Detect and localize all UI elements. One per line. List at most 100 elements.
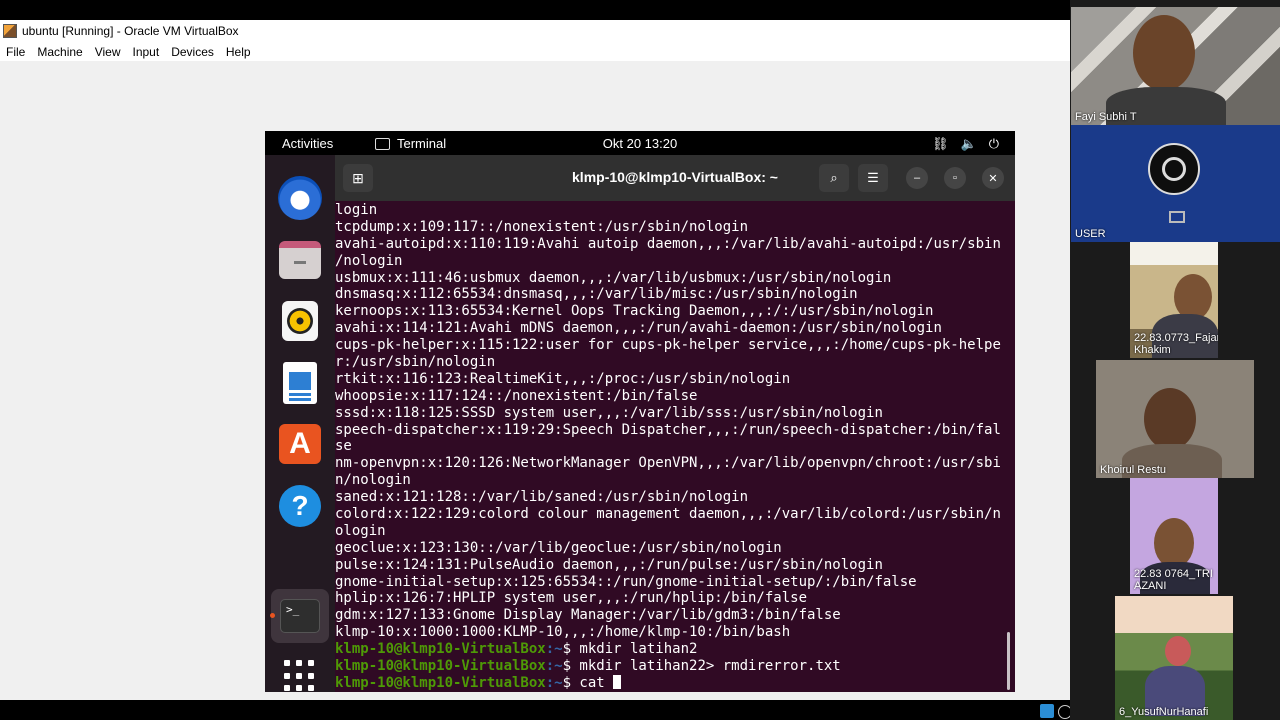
terminal-output-line: se <box>335 438 352 455</box>
dock-thunderbird[interactable] <box>277 175 323 221</box>
participant-name: USER <box>1075 228 1106 240</box>
thunderbird-icon <box>278 176 322 220</box>
menu-devices[interactable]: Devices <box>165 45 220 59</box>
terminal-output-line: login <box>335 202 378 218</box>
system-tray[interactable]: ⛓ 🔈 ⏻ <box>932 136 999 152</box>
terminal-output-line: tcpdump:x:109:117::/nonexistent:/usr/sbi… <box>335 218 749 235</box>
maximize-button[interactable]: ▫ <box>944 167 966 189</box>
participant-video <box>1133 15 1195 91</box>
menu-file[interactable]: File <box>0 45 31 59</box>
participant-tile[interactable]: Khoirul Restu <box>1096 360 1254 478</box>
participant-video <box>1165 636 1191 666</box>
participant-tile[interactable]: 6_YusufNurHanafi <box>1115 596 1233 720</box>
terminal-output-line: sssd:x:118:125:SSSD system user,,,:/var/… <box>335 404 883 421</box>
status-bar-icon[interactable] <box>1040 704 1054 718</box>
video-call-panel: Fayi Subhi T USER 22.83.0773_Fajar Khaki… <box>1070 0 1280 720</box>
terminal-icon: >_ <box>280 599 320 633</box>
terminal-output-line: avahi-autoipd:x:110:119:Avahi autoip dae… <box>335 235 1001 252</box>
ubuntu-desktop[interactable]: Activities Terminal Okt 20 13:20 ⛓ 🔈 ⏻ A <box>265 131 1015 692</box>
terminal-command-line: klmp-10@klmp10-VirtualBox:~$ mkdir latih… <box>335 658 1001 675</box>
terminal-output-line: rtkit:x:116:123:RealtimeKit,,,:/proc:/us… <box>335 370 791 387</box>
running-indicator <box>270 613 275 618</box>
volume-icon: 🔈 <box>960 136 977 151</box>
obs-avatar-icon <box>1148 143 1200 195</box>
menu-machine[interactable]: Machine <box>31 45 88 59</box>
terminal-output-line: geoclue:x:123:130::/var/lib/geoclue:/usr… <box>335 539 782 556</box>
command-text: $ mkdir latihan22> rmdirerror.txt <box>562 658 841 675</box>
maximize-icon: ▫ <box>953 172 957 184</box>
prompt-user: klmp-10@klmp10-VirtualBox <box>335 674 546 691</box>
terminal-scrollbar[interactable] <box>1007 632 1010 690</box>
participant-name: 22.83.0773_Fajar Khakim <box>1134 332 1218 356</box>
dock-app-center[interactable]: A <box>277 421 323 467</box>
terminal-output-line: ologin <box>335 522 386 539</box>
dock-files[interactable] <box>277 237 323 283</box>
participant-tile[interactable]: USER <box>1071 125 1280 242</box>
terminal-output-line: speech-dispatcher:x:119:29:Speech Dispat… <box>335 421 1001 438</box>
participant-name: 6_YusufNurHanafi <box>1119 706 1209 718</box>
terminal-output-line: nm-openvpn:x:120:126:NetworkManager Open… <box>335 455 1001 472</box>
participant-name: 22.83 0764_TRI AZANI <box>1134 568 1213 592</box>
search-icon: ⌕ <box>830 170 838 185</box>
terminal-output[interactable]: login tcpdump:x:109:117::/nonexistent:/us… <box>335 201 1015 692</box>
menu-bar: File Machine View Input Devices Help <box>0 42 1070 62</box>
terminal-output-line: /nologin <box>335 252 403 269</box>
prompt-path: :~ <box>545 658 563 675</box>
menu-input[interactable]: Input <box>127 45 166 59</box>
terminal-output-line: dnsmasq:x:112:65534:dnsmasq,,,:/var/lib/… <box>335 286 858 303</box>
terminal-output-line: cups-pk-helper:x:115:122:user for cups-p… <box>335 337 1001 354</box>
terminal-output-line: saned:x:121:128::/var/lib/saned:/usr/sbi… <box>335 489 749 506</box>
terminal-headerbar: ⊞ klmp-10@klmp10-VirtualBox: ~ ⌕ ☰ – ▫ ✕ <box>335 155 1015 201</box>
minimize-icon: – <box>913 172 921 184</box>
hamburger-menu-button[interactable]: ☰ <box>858 164 888 192</box>
participant-name: Khoirul Restu <box>1100 464 1167 476</box>
terminal-lines: login tcpdump:x:109:117::/nonexistent:/us… <box>335 202 1001 692</box>
libreoffice-writer-icon <box>283 362 317 404</box>
terminal-output-line: avahi:x:114:121:Avahi mDNS daemon,,,:/ru… <box>335 320 942 337</box>
power-icon: ⏻ <box>988 136 999 151</box>
terminal-output-line: gnome-initial-setup:x:125:65534::/run/gn… <box>335 573 917 590</box>
virtualbox-icon <box>3 24 17 38</box>
search-button[interactable]: ⌕ <box>819 164 849 192</box>
terminal-output-line: kernoops:x:113:65534:Kernel Oops Trackin… <box>335 303 934 320</box>
participant-name: Fayi Subhi T <box>1075 111 1137 123</box>
show-apps-icon <box>284 660 316 692</box>
participant-video <box>1154 518 1194 568</box>
dock-rhythmbox[interactable] <box>277 298 323 344</box>
participant-video <box>1144 388 1196 450</box>
terminal-output-line: pulse:x:124:131:PulseAudio daemon,,,:/ru… <box>335 556 883 573</box>
minimize-button[interactable]: – <box>906 167 928 189</box>
clock[interactable]: Okt 20 13:20 <box>265 136 1015 151</box>
window-title: ubuntu [Running] - Oracle VM VirtualBox <box>22 24 239 38</box>
terminal-output-line: gdm:x:127:133:Gnome Display Manager:/var… <box>335 607 841 624</box>
participant-tile[interactable]: 22.83.0773_Fajar Khakim <box>1130 242 1218 358</box>
menu-help[interactable]: Help <box>220 45 257 59</box>
prompt-path: :~ <box>545 674 563 691</box>
participant-tile[interactable]: 22.83 0764_TRI AZANI <box>1130 478 1218 594</box>
terminal-output-line: n/nologin <box>335 472 411 489</box>
ubuntu-dock: A ? >_ <box>265 155 335 692</box>
prompt-user: klmp-10@klmp10-VirtualBox <box>335 641 546 658</box>
prompt-user: klmp-10@klmp10-VirtualBox <box>335 658 546 675</box>
terminal-output-line: hplip:x:126:7:HPLIP system user,,,:/run/… <box>335 590 808 607</box>
window-titlebar: ubuntu [Running] - Oracle VM VirtualBox <box>0 20 1070 42</box>
vm-display-area: Activities Terminal Okt 20 13:20 ⛓ 🔈 ⏻ A <box>0 61 1070 700</box>
virtualbox-window: ubuntu [Running] - Oracle VM VirtualBox … <box>0 20 1072 719</box>
camera-off-icon <box>1169 211 1185 223</box>
close-button[interactable]: ✕ <box>982 167 1004 189</box>
dock-help[interactable]: ? <box>277 483 323 529</box>
terminal-output-line: klmp-10:x:1000:1000:KLMP-10,,,:/home/klm… <box>335 624 791 641</box>
prompt-path: :~ <box>545 641 563 658</box>
terminal-output-line: colord:x:122:129:colord colour managemen… <box>335 506 1001 523</box>
files-icon <box>279 241 321 279</box>
dock-terminal[interactable]: >_ <box>277 593 323 639</box>
menu-view[interactable]: View <box>89 45 127 59</box>
dock-writer[interactable] <box>277 360 323 406</box>
dock-show-apps[interactable] <box>277 653 323 692</box>
menu-icon: ☰ <box>867 170 879 185</box>
participant-tile[interactable]: Fayi Subhi T <box>1071 7 1280 125</box>
network-icon: ⛓ <box>932 136 949 151</box>
app-center-icon: A <box>279 424 321 464</box>
command-text: $ cat <box>562 674 614 691</box>
terminal-output-line: whoopsie:x:117:124::/nonexistent:/bin/fa… <box>335 387 698 404</box>
